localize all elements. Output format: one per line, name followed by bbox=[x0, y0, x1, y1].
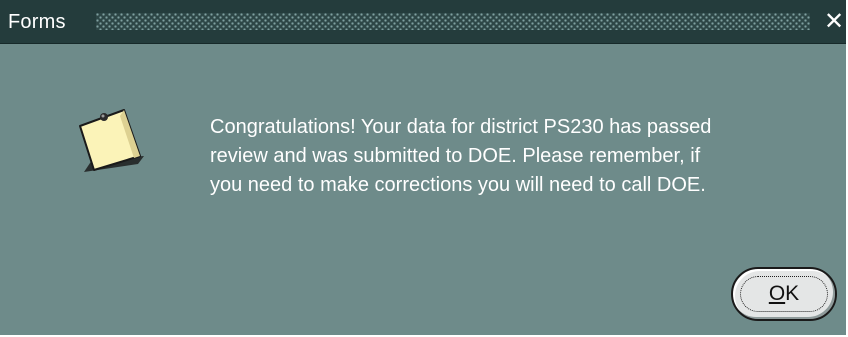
dialog-message: Congratulations! Your data for district … bbox=[210, 116, 712, 196]
ok-mnemonic: O bbox=[768, 282, 786, 305]
ok-button[interactable]: OK bbox=[731, 267, 837, 321]
message-dialog: Forms ✕ Congratulations! Your data for d… bbox=[0, 0, 848, 337]
title-bar-drag-area[interactable] bbox=[96, 13, 810, 30]
title-bar[interactable]: Forms ✕ bbox=[0, 0, 846, 44]
ok-button-label: OK bbox=[733, 282, 835, 306]
close-button[interactable]: ✕ bbox=[822, 9, 846, 35]
note-icon bbox=[79, 109, 144, 172]
window-title: Forms bbox=[8, 11, 66, 33]
ok-label-rest: K bbox=[785, 282, 800, 305]
